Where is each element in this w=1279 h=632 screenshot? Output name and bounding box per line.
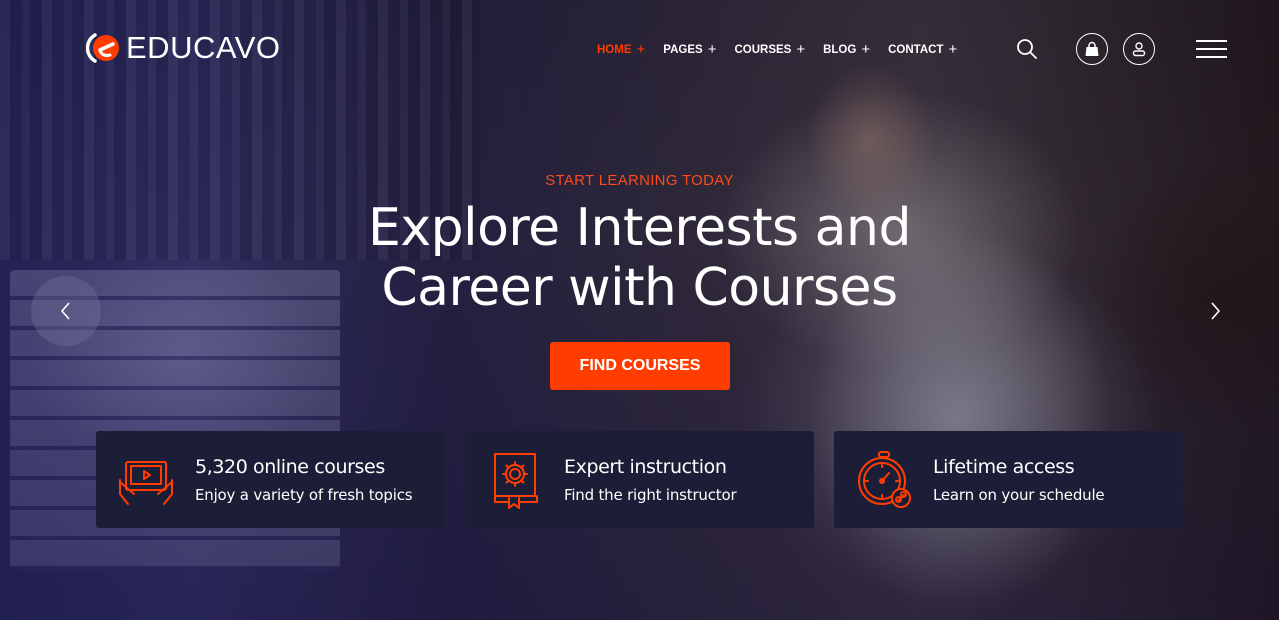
chevron-right-icon — [1211, 302, 1221, 320]
shopping-bag-icon — [1085, 41, 1099, 56]
feature-title: Expert instruction — [564, 455, 727, 478]
tablet-video-icon — [119, 460, 173, 505]
stopwatch-link-icon — [858, 450, 911, 508]
logo-mark-icon — [85, 30, 120, 66]
nav-item-contact[interactable]: CONTACT + — [888, 42, 957, 57]
header-actions — [1015, 33, 1227, 65]
hero-section: EDUCAVO HOME + PAGES + COURSES + BLOG + … — [0, 0, 1279, 620]
nav-label: CONTACT — [888, 43, 944, 56]
nav-item-pages[interactable]: PAGES + — [663, 42, 716, 57]
headline-line-2: Career with Courses — [381, 258, 898, 318]
feature-card-access: Lifetime access Learn on your schedule — [834, 431, 1183, 528]
plus-icon: + — [707, 41, 717, 58]
hamburger-menu-icon — [1195, 40, 1227, 58]
account-button[interactable] — [1123, 33, 1155, 65]
plus-icon: + — [636, 41, 646, 58]
plus-icon: + — [861, 41, 871, 58]
nav-label: HOME — [597, 43, 632, 56]
nav-label: BLOG — [823, 43, 857, 56]
plus-icon: + — [948, 41, 958, 58]
slider-next-button[interactable] — [1180, 276, 1250, 346]
feature-title: Lifetime access — [933, 455, 1075, 478]
find-courses-button[interactable]: FIND COURSES — [550, 342, 730, 390]
book-gear-icon — [494, 452, 538, 509]
feature-text: Lifetime access Learn on your schedule — [933, 455, 1105, 504]
nav-item-courses[interactable]: COURSES + — [734, 42, 805, 57]
nav-item-home[interactable]: HOME + — [597, 42, 645, 57]
feature-subtitle: Learn on your schedule — [933, 485, 1105, 504]
logo[interactable]: EDUCAVO — [85, 30, 281, 66]
cart-button[interactable] — [1076, 33, 1108, 65]
feature-text: Expert instruction Find the right instru… — [564, 455, 737, 504]
chevron-left-icon — [60, 302, 70, 320]
hero-eyebrow: START LEARNING TODAY — [545, 172, 734, 189]
feature-subtitle: Find the right instructor — [564, 485, 737, 504]
feature-card-instruction: Expert instruction Find the right instru… — [465, 431, 814, 528]
search-icon — [1017, 39, 1037, 59]
hero-headline: Explore Interests and Career with Course… — [0, 198, 1279, 318]
feature-text: 5,320 online courses Enjoy a variety of … — [195, 455, 413, 504]
feature-cards: 5,320 online courses Enjoy a variety of … — [96, 431, 1183, 528]
logo-text: EDUCAVO — [126, 30, 281, 65]
headline-line-1: Explore Interests and — [368, 198, 912, 258]
main-nav: HOME + PAGES + COURSES + BLOG + CONTACT … — [597, 42, 975, 57]
plus-icon: + — [796, 41, 806, 58]
nav-label: PAGES — [663, 43, 703, 56]
menu-button[interactable] — [1195, 37, 1227, 61]
slider-prev-button[interactable] — [31, 276, 101, 346]
user-icon — [1132, 42, 1146, 57]
nav-label: COURSES — [734, 43, 792, 56]
nav-item-blog[interactable]: BLOG + — [823, 42, 870, 57]
feature-title: 5,320 online courses — [195, 455, 385, 478]
search-button[interactable] — [1015, 37, 1039, 61]
feature-card-courses: 5,320 online courses Enjoy a variety of … — [96, 431, 445, 528]
feature-subtitle: Enjoy a variety of fresh topics — [195, 485, 413, 504]
